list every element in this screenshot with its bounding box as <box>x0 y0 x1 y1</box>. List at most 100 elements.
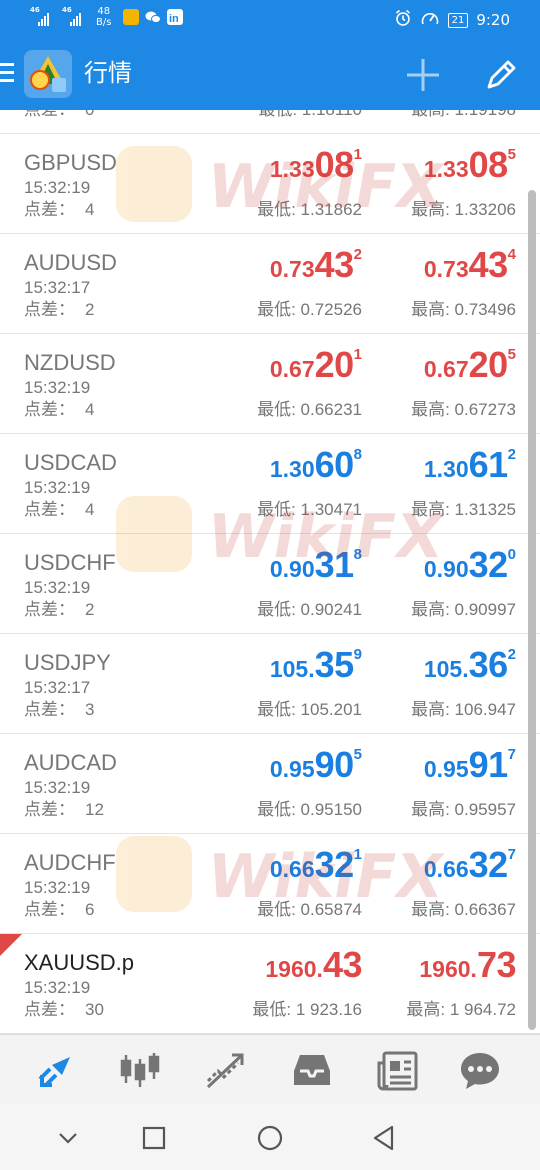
ask-price[interactable]: 0.67205 <box>424 344 516 386</box>
back-triangle-icon[interactable] <box>370 1124 398 1152</box>
low-value: 1 923.16 <box>295 1000 362 1019</box>
bid-price[interactable]: 0.90318 <box>270 544 362 586</box>
ask-price-prefix: 0.66 <box>423 856 469 882</box>
tab-history[interactable] <box>290 1049 334 1093</box>
symbol-name: AUDUSD <box>24 250 117 275</box>
bid-price[interactable]: 1.33081 <box>270 144 362 186</box>
spread: 点差： 4 <box>24 500 94 520</box>
bid-price-fraction: 9 <box>353 646 362 663</box>
quote-row[interactable]: USDJPY 15:32:17 点差： 3 105.359 105.362 最低: 105.… <box>0 634 540 734</box>
bid-price-pips: 08 <box>314 144 355 185</box>
bid-price[interactable]: 0.73432 <box>270 244 362 286</box>
scrollbar[interactable] <box>528 190 536 1030</box>
ask-price-prefix: 105. <box>423 656 469 682</box>
bid-price-fraction: 5 <box>353 746 362 763</box>
spread-label: 点差： <box>24 400 75 419</box>
quote-row[interactable]: AUDCAD 15:32:19 点差： 12 0.95905 0.95917 最低: 0.9… <box>0 734 540 834</box>
home-circle-icon[interactable] <box>256 1124 284 1152</box>
high-price: 最高: 0.95957 <box>411 800 516 820</box>
tab-quotes[interactable] <box>34 1049 78 1093</box>
add-symbol-button[interactable] <box>404 56 442 94</box>
ask-price-pips: 73 <box>476 944 517 985</box>
bid-price-pips: 90 <box>314 744 355 785</box>
quote-time: 15:32:19 <box>24 978 91 997</box>
spread: 点差： 3 <box>24 700 94 720</box>
symbol-name: AUDCHF <box>24 850 116 875</box>
bid-price-fraction: 8 <box>353 546 362 563</box>
quote-row[interactable]: AUDUSD 15:32:17 点差： 2 0.73432 0.73434 最低: 0.72… <box>0 234 540 334</box>
high-value: 1.19198 <box>455 110 516 119</box>
high-label: 最高: <box>411 800 450 819</box>
bid-price-pips: 32 <box>314 844 355 885</box>
ask-price[interactable]: 1.33085 <box>424 144 516 186</box>
quote-time: 15:32:19 <box>24 378 91 397</box>
low-price: 最低: 0.95150 <box>257 800 362 820</box>
bid-price-pips: 31 <box>314 544 355 585</box>
ask-price-pips: 61 <box>468 444 509 485</box>
symbol-name: USDCHF <box>24 550 116 575</box>
high-price: 最高: 0.67273 <box>411 400 516 420</box>
bid-price[interactable]: 0.67201 <box>270 344 362 386</box>
battery-icon: 21 <box>447 12 469 28</box>
bid-price-prefix: 1.33 <box>269 156 315 182</box>
spread-label: 点差： <box>24 200 75 219</box>
back-chevron-icon[interactable] <box>54 1124 82 1152</box>
low-label: 最低: <box>257 500 296 519</box>
tab-trade[interactable] <box>204 1049 248 1093</box>
spread-label: 点差： <box>24 300 75 319</box>
ask-price[interactable]: 0.90320 <box>424 544 516 586</box>
bid-price[interactable]: 105.359 <box>270 644 362 686</box>
pencil-icon <box>487 60 516 89</box>
ask-price[interactable]: 0.66327 <box>424 844 516 886</box>
quote-row[interactable]: USDCAD 15:32:19 点差： 4 1.30608 1.30612 最低: 1.30… <box>0 434 540 534</box>
status-bar: 46 46 48 B/s in 21 9:20 <box>0 0 540 40</box>
spread-label: 点差： <box>24 800 75 819</box>
edit-list-button[interactable] <box>482 56 520 94</box>
high-value: 1.33206 <box>454 200 516 219</box>
svg-text:in: in <box>169 13 179 25</box>
low-value: 105.201 <box>300 700 362 719</box>
quote-row[interactable]: GBPUSD 15:32:19 点差： 4 1.33081 1.33085 最低: 1.31… <box>0 134 540 234</box>
quote-row[interactable]: NZDUSD 15:32:19 点差： 4 0.67201 0.67205 最低: 0.66… <box>0 334 540 434</box>
bid-price[interactable]: 0.95905 <box>270 744 362 786</box>
ask-price[interactable]: 1960.73 <box>419 944 516 986</box>
quote-row[interactable]: USDCHF 15:32:19 点差： 2 0.90318 0.90320 最低: 0.90… <box>0 534 540 634</box>
ask-price-prefix: 1.30 <box>423 456 469 482</box>
bid-price[interactable]: 1960.43 <box>265 944 362 986</box>
ask-price[interactable]: 0.95917 <box>424 744 516 786</box>
recents-square-icon[interactable] <box>140 1124 168 1152</box>
spread: 点差： 6 <box>24 900 94 920</box>
tab-chart[interactable] <box>118 1049 162 1093</box>
ask-price[interactable]: 0.73434 <box>424 244 516 286</box>
low-value: 0.95150 <box>300 800 362 819</box>
spread: 点差： 4 <box>24 400 94 420</box>
low-value: 1.30471 <box>300 500 362 519</box>
ask-price-prefix: 1.33 <box>423 156 469 182</box>
ask-price[interactable]: 105.362 <box>424 644 516 686</box>
tab-chat[interactable] <box>458 1049 502 1093</box>
tab-news[interactable] <box>376 1049 420 1093</box>
spread-label: 点差： <box>24 500 75 519</box>
high-label: 最高: <box>411 600 450 619</box>
bid-price[interactable]: 1.30608 <box>270 444 362 486</box>
app-logo[interactable] <box>24 50 72 98</box>
hamburger-icon[interactable] <box>0 63 14 87</box>
high-label: 最高: <box>411 900 450 919</box>
low-value: 1.31862 <box>300 200 362 219</box>
high-value: 0.67273 <box>454 400 516 419</box>
spread-label: 点差： <box>24 700 75 719</box>
high-label: 最高: <box>411 110 450 119</box>
ask-price-pips: 43 <box>468 244 509 285</box>
spread-label: 点差： <box>24 900 75 919</box>
symbol-name: USDJPY <box>24 650 111 675</box>
quote-row[interactable]: 点差： 0 最低: 1.18110 最高: 1.19198 <box>0 110 540 134</box>
ask-price[interactable]: 1.30612 <box>424 444 516 486</box>
bid-price-prefix: 1.30 <box>269 456 315 482</box>
quotes-list[interactable]: 点差： 0 最低: 1.18110 最高: 1.19198 GBPUSD 15:32:19… <box>0 110 540 1034</box>
ask-price-fraction: 7 <box>507 846 516 863</box>
quote-row[interactable]: XAUUSD.p 15:32:19 点差： 30 1960.43 1960.73 最低: 1… <box>0 934 540 1034</box>
ask-price-fraction: 5 <box>507 346 516 363</box>
spread-value: 3 <box>85 700 95 719</box>
quote-row[interactable]: AUDCHF 15:32:19 点差： 6 0.66321 0.66327 最低: 0.65… <box>0 834 540 934</box>
bid-price[interactable]: 0.66321 <box>270 844 362 886</box>
